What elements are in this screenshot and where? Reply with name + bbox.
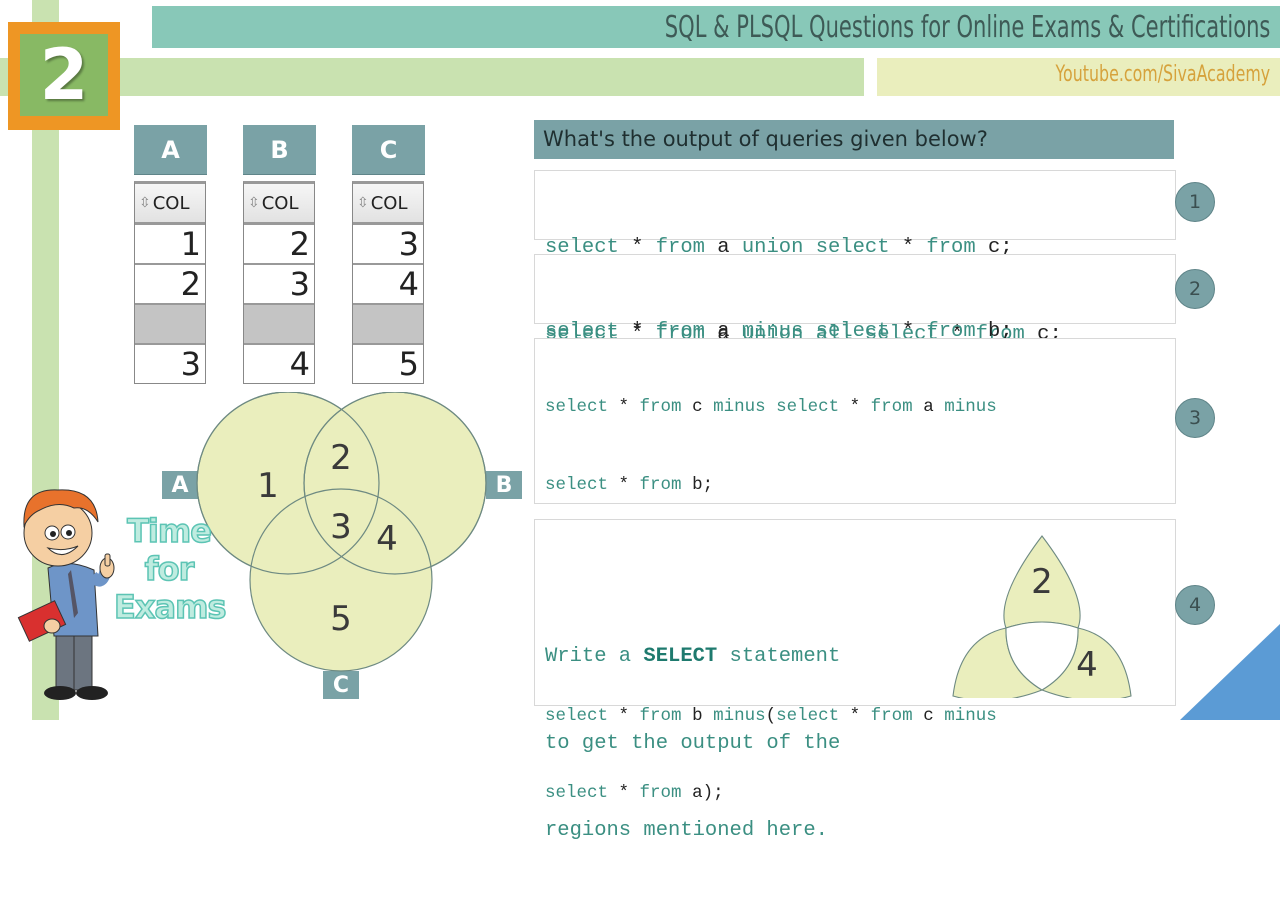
table-cell: 4: [289, 345, 310, 383]
time-for-exams-caption: Time for Exams: [113, 511, 227, 627]
venn-region-2: 2: [330, 438, 352, 478]
sql-token: ;: [702, 474, 714, 495]
venn-diagram: 1 2 3 4 5: [196, 392, 487, 672]
table-cell-null: [244, 305, 314, 345]
column-header[interactable]: ⇳ COL: [135, 184, 205, 225]
channel-bar: Youtube.com/SivaAcademy: [877, 58, 1280, 96]
venn-region-4: 4: [376, 519, 398, 559]
sql-token: *: [608, 474, 640, 495]
table-a: A ⇳ COL 1 2 3: [134, 125, 207, 384]
question-prompt-bar: What's the output of queries given below…: [534, 120, 1174, 159]
badge-number: 2: [39, 34, 89, 116]
table-grid: ⇳ COL 1 2 3: [134, 181, 206, 384]
decor-corner-triangle: [1180, 624, 1280, 720]
question-3-box: select * from c minus select * from a mi…: [534, 338, 1176, 803]
sql-keyword: minus: [944, 705, 997, 726]
table-name: B: [243, 125, 316, 175]
table-cell: 3: [180, 345, 201, 383]
sort-icon: ⇳: [139, 195, 151, 211]
column-name: COL: [152, 192, 190, 214]
table-cell: 3: [244, 265, 314, 305]
highlighted-regions-diagram: 2 4: [952, 535, 1132, 698]
venn-region-5: 5: [330, 599, 352, 639]
column-name: COL: [261, 192, 299, 214]
table-c: C ⇳ COL 3 4 5: [352, 125, 425, 384]
sql-token: *: [839, 397, 871, 418]
table-b: B ⇳ COL 2 3 4: [243, 125, 316, 384]
table-cell: 4: [353, 265, 423, 305]
caption-line: Time: [126, 511, 212, 551]
column-header[interactable]: ⇳ COL: [353, 184, 423, 225]
sql-keyword: select: [776, 397, 840, 418]
sql-token: *: [608, 397, 640, 418]
sql-token: a: [923, 397, 934, 418]
sort-icon: ⇳: [357, 195, 369, 211]
code-line: select * from b;: [545, 473, 997, 499]
column-name: COL: [370, 192, 408, 214]
sql-token: c: [923, 705, 934, 726]
sql-keyword: select: [545, 397, 609, 418]
region-label-2: 2: [1031, 562, 1053, 602]
question-number-3: 3: [1175, 398, 1215, 438]
sql-token: *: [839, 705, 871, 726]
caption-line: Exams: [113, 587, 227, 627]
sort-icon: ⇳: [248, 195, 260, 211]
select-keyword: SELECT: [643, 645, 718, 668]
question-number-badge: 2: [8, 22, 120, 130]
text: Write a: [545, 645, 644, 668]
table-cell: 5: [398, 345, 419, 383]
sql-keyword: minus: [944, 397, 997, 418]
decor-green-band: [0, 58, 864, 96]
question-number-1: 1: [1175, 182, 1215, 222]
sql-keyword: from: [870, 397, 913, 418]
question-1-box: select * from a union select * from c; s…: [534, 170, 1176, 346]
sql-keyword: from: [639, 397, 682, 418]
sql-token: b: [692, 474, 703, 495]
question-2-box: select * from a minus select * from b; s…: [534, 254, 1176, 430]
column-header[interactable]: ⇳ COL: [244, 184, 314, 225]
table-cell-null: [353, 305, 423, 345]
question-4-instructions: Write a SELECT statement to get the outp…: [545, 584, 840, 903]
code-line: select * from c minus select * from a mi…: [545, 395, 997, 421]
caption-line: for: [144, 549, 195, 589]
table-cell: 3: [353, 225, 423, 265]
table-cell: 1: [135, 225, 205, 265]
channel-link[interactable]: Youtube.com/SivaAcademy: [1055, 62, 1270, 87]
question-4-box: Write a SELECT statement to get the outp…: [534, 519, 1176, 842]
table-grid: ⇳ COL 3 4 5: [352, 181, 424, 384]
venn-region-3: 3: [330, 507, 352, 547]
sql-token: c: [692, 397, 703, 418]
text: statement: [717, 645, 841, 668]
question-number-2: 2: [1175, 269, 1215, 309]
sql-keyword: from: [639, 474, 682, 495]
table-cell: 2: [244, 225, 314, 265]
question-prompt: What's the output of queries given below…: [543, 127, 988, 151]
table-cell-null: [135, 305, 205, 345]
text: to get the output of the: [545, 732, 841, 755]
question-number-4: 4: [1175, 585, 1215, 625]
sql-keyword: from: [870, 705, 913, 726]
sql-keyword: select: [545, 474, 609, 495]
venn-region-1: 1: [257, 466, 279, 506]
sql-keyword: minus: [713, 397, 766, 418]
table-name: C: [352, 125, 425, 175]
table-cell: 2: [135, 265, 205, 305]
badge-inner: 2: [20, 34, 108, 116]
table-name: A: [134, 125, 207, 175]
region-label-4: 4: [1076, 645, 1098, 685]
title-bar: SQL & PLSQL Questions for Online Exams &…: [152, 6, 1280, 48]
text: regions mentioned here.: [545, 819, 828, 842]
table-grid: ⇳ COL 2 3 4: [243, 181, 315, 384]
page-title: SQL & PLSQL Questions for Online Exams &…: [664, 10, 1270, 45]
mascot-illustration: [17, 489, 115, 700]
